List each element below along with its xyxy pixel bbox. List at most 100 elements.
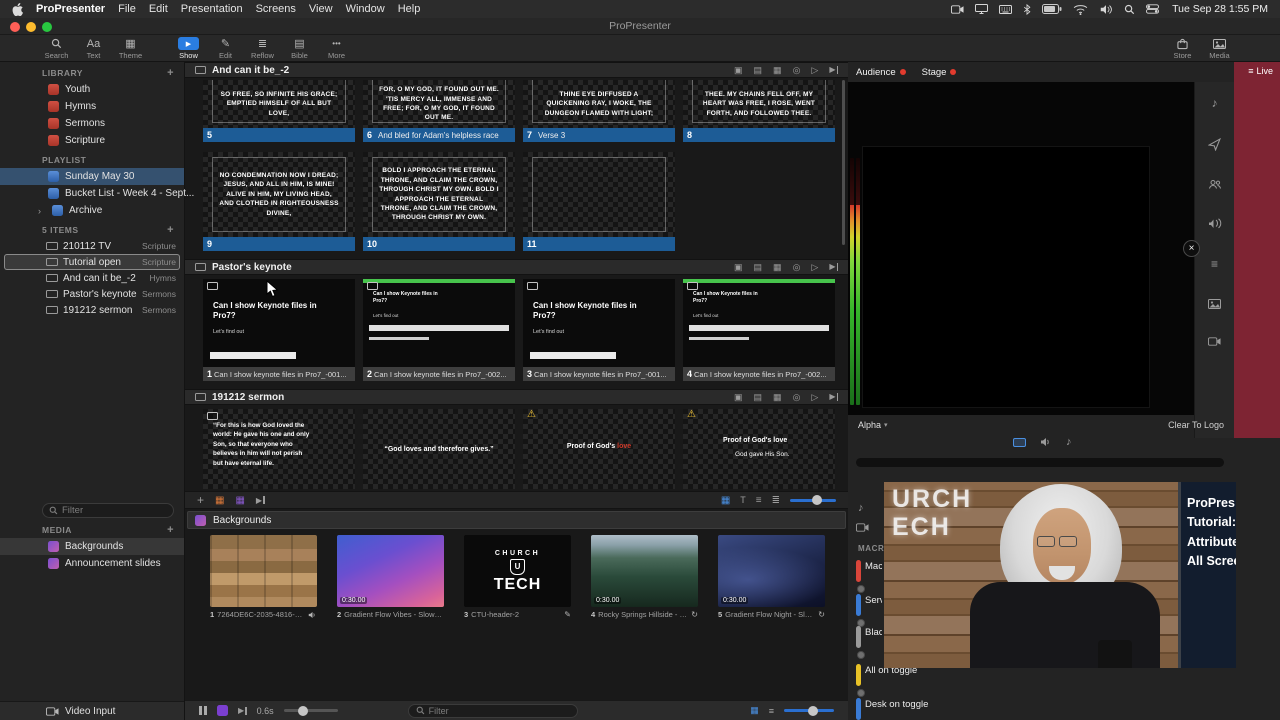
text-view-icon[interactable]: T [740,495,746,505]
add-library-icon[interactable]: + [167,67,174,79]
add-icon[interactable]: + [197,493,204,507]
timeline-icon[interactable] [217,705,228,716]
panel-divider[interactable] [856,458,1224,467]
zoom-slider[interactable] [784,705,834,716]
menu-edit[interactable]: Edit [149,3,168,15]
volume-icon[interactable] [1099,4,1113,15]
playlist-archive[interactable]: › Archive [0,202,184,219]
media-button[interactable]: Media [1201,37,1238,60]
backgrounds-header[interactable]: Backgrounds [187,511,846,529]
playlist-item-tutorial-open[interactable]: Tutorial open Scripture [4,254,180,270]
size-icon[interactable]: ▣ [734,65,743,75]
menu-screens[interactable]: Screens [256,3,296,15]
section-header-sermon[interactable]: 191212 sermon ▣ ▤ ▦ ◎ ▷ ▶ [185,389,848,405]
video-input-row[interactable]: Video Input [0,701,184,720]
add-item-icon[interactable]: + [167,224,174,236]
transport-filter-input[interactable] [428,705,549,716]
section-header-hymn[interactable]: And can it be_-2 ▣ ▤ ▦ ◎ ▷ ▶ [185,62,848,78]
background-thumb-1[interactable] [210,535,317,607]
library-item-hymns[interactable]: Hymns [0,98,184,115]
slide-9[interactable]: NO CONDEMNATION NOW I DREAD; JESUS, AND … [203,152,355,251]
slide-10[interactable]: BOLD I APPROACH THE ETERNAL THRONE, AND … [363,152,515,251]
theme-button[interactable]: ▦ Theme [112,37,149,61]
media-item-backgrounds[interactable]: Backgrounds [0,538,184,555]
lyrics-list-icon[interactable]: ≡ [1211,257,1218,271]
wifi-icon[interactable] [1073,4,1088,15]
transport-filter[interactable] [407,703,578,718]
apple-menu-icon[interactable] [12,2,23,16]
size-icon[interactable]: ▣ [734,392,743,402]
screen-record-icon[interactable] [951,4,964,14]
battery-icon[interactable] [1042,4,1062,14]
list-view-icon[interactable]: ≡ [756,495,762,506]
users-icon[interactable] [1208,179,1222,190]
menu-file[interactable]: File [118,3,136,15]
grid-icon[interactable]: ▦ [773,65,782,75]
macro-mac[interactable]: Mac [856,560,882,593]
audio-icon[interactable]: ♪ [1212,96,1218,110]
slide-layer-icon[interactable] [1013,437,1026,447]
more-button[interactable]: ••• More [318,37,355,61]
presenter-webcam-video[interactable]: URCH ECH ProPres Tutorial: Attribute All… [884,482,1236,668]
target-icon[interactable]: ◎ [793,392,801,402]
sidebar-filter-input[interactable] [62,505,142,516]
audience-output[interactable]: Audience [856,67,906,78]
background-thumb-4[interactable]: 0:30.00 [591,535,698,607]
skip-icon[interactable]: ▶ [238,706,247,715]
image-icon[interactable] [1208,299,1221,309]
target-icon[interactable]: ◎ [793,65,801,75]
menubar-app-name[interactable]: ProPresenter [36,3,105,15]
macro-all-on-toggle[interactable]: All on toggle [856,664,1006,697]
menu-presentation[interactable]: Presentation [181,3,243,15]
play-icon[interactable]: ▷ [811,262,818,272]
stage-output[interactable]: Stage [922,67,957,78]
library-item-sermons[interactable]: Sermons [0,115,184,132]
keynote-slide-1[interactable]: Can I show Keynote files in Pro7? Let's … [203,279,355,381]
audio-clear-icon[interactable] [1040,437,1052,447]
sermon-slide-3[interactable]: ⚠ Proof of God's love [523,409,675,489]
background-thumb-3[interactable]: CHURCH U TECH [464,535,571,607]
library-item-scripture[interactable]: Scripture [0,132,184,149]
slide-6[interactable]: FOR, O MY GOD, IT FOUND OUT ME. 'TIS MER… [363,80,515,142]
menu-window[interactable]: Window [346,3,385,15]
thumbnail-size-slider[interactable] [790,495,836,505]
playlist-item-191212-sermon[interactable]: 191212 sermon Sermons [4,302,180,318]
macro-trigger-dot[interactable] [857,585,865,593]
macro-blac[interactable]: Blac [856,626,882,659]
background-label-4[interactable]: 4 Rocky Springs Hillside - Slow -... ↻ [591,610,698,619]
bluetooth-icon[interactable] [1023,3,1031,15]
add-media-icon[interactable]: + [167,524,174,536]
skip-icon[interactable]: ▶ [829,263,838,271]
media-item-announcement-slides[interactable]: Announcement slides [0,555,184,572]
transition-time[interactable]: 0.6s [257,706,274,716]
macro-trigger-dot[interactable] [857,651,865,659]
section-header-keynote[interactable]: Pastor's keynote ▣ ▤ ▦ ◎ ▷ ▶ [185,259,848,275]
background-label-2[interactable]: 2 Gradient Flow Vibes - Slow - H... [337,610,444,619]
show-button[interactable]: ▶ Show [170,37,207,60]
macro-desk-on-toggle[interactable]: Desk on toggle [856,698,1006,720]
layout-icon[interactable]: ▤ [754,65,763,75]
play-icon[interactable]: ▷ [811,65,818,75]
background-thumb-5[interactable]: 0:30.00 [718,535,825,607]
skip-icon[interactable]: ▶ [829,66,838,74]
alpha-dropdown[interactable]: Alpha [858,420,881,430]
search-button[interactable]: Search [38,37,75,60]
grid-view-icon[interactable]: ▦ [750,705,759,716]
playlist-item-210112-tv[interactable]: 210112 TV Scripture [4,238,180,254]
macro-serv[interactable]: Serv [856,594,882,627]
audio-bin-icon[interactable]: ♪ [858,502,864,514]
store-button[interactable]: Store [1164,37,1201,60]
control-center-icon[interactable] [1146,4,1160,14]
announcement-icon[interactable] [1208,218,1222,229]
grid-view-icon[interactable]: ▦ [721,495,730,506]
sermon-slide-4[interactable]: ⚠ Proof of God's love God gave His Son. [683,409,835,489]
live-tab[interactable]: ≡ Live [1248,66,1273,76]
library-item-youth[interactable]: Youth [0,81,184,98]
menu-view[interactable]: View [309,3,333,15]
bible-button[interactable]: ▤ Bible [281,37,318,61]
slide-5[interactable]: SO FREE, SO INFINITE HIS GRACE; EMPTIED … [203,80,355,142]
skip-icon[interactable]: ▶ [829,393,838,401]
table-view-icon[interactable]: ≣ [772,495,780,506]
close-icon[interactable]: × [1183,240,1200,257]
keynote-slide-2[interactable]: Can I show Keynote files in Pro7? Let's … [363,279,515,381]
